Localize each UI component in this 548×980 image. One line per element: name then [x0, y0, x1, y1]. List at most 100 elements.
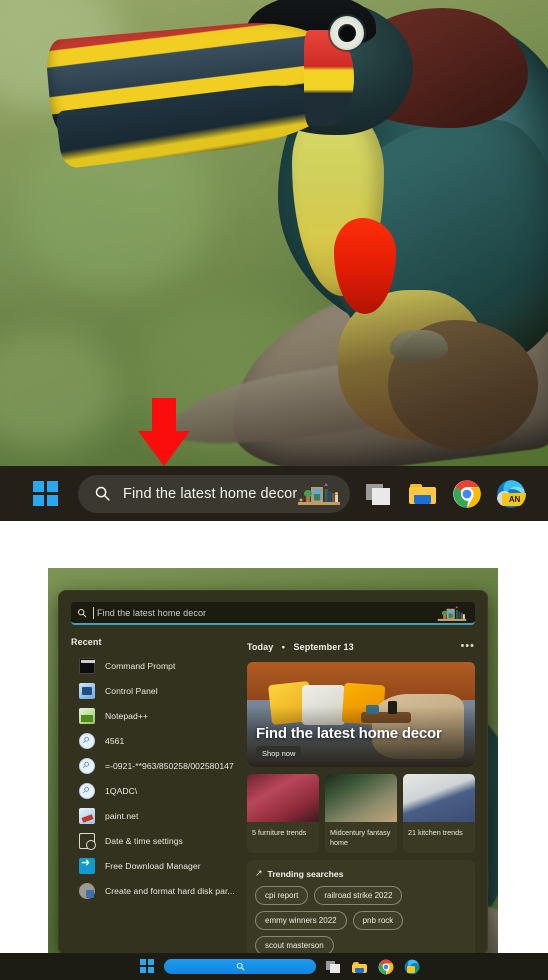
- search-history-icon: [79, 781, 95, 799]
- list-item[interactable]: paint.net: [71, 803, 237, 828]
- search-flyout-screenshot: Find the latest home decor Recent Comman…: [48, 568, 498, 980]
- windows-logo-icon: [32, 481, 58, 506]
- feed-card[interactable]: Midcentury fantasy home: [325, 774, 397, 853]
- list-item[interactable]: Notepad++: [71, 703, 237, 728]
- trending-chip[interactable]: cpi report: [255, 886, 309, 905]
- feed-card[interactable]: 21 kitchen trends: [403, 774, 475, 853]
- feed-card-caption: Midcentury fantasy home: [330, 828, 391, 847]
- taskbar-bottom: [0, 953, 548, 980]
- list-item-label: Date & time settings: [105, 835, 183, 846]
- notepad-plus-plus-icon: [79, 707, 95, 724]
- trending-chip[interactable]: pnb rock: [352, 911, 404, 930]
- start-button[interactable]: [30, 479, 60, 509]
- task-view-front-square: [372, 487, 390, 505]
- list-item-label: Command Prompt: [105, 660, 176, 671]
- feed-more-button[interactable]: •••: [460, 641, 475, 652]
- list-item[interactable]: Free Download Manager: [71, 853, 237, 878]
- google-chrome-icon[interactable]: [378, 959, 394, 975]
- task-view-icon[interactable]: [364, 479, 394, 509]
- list-item[interactable]: Create and format hard disk par...: [71, 878, 237, 903]
- trending-title: Trending searches: [267, 868, 344, 879]
- list-item-label: paint.net: [105, 810, 139, 821]
- list-item[interactable]: =-0921-**963/850258/002580147: [71, 753, 237, 778]
- edge-badge: AN: [502, 492, 526, 506]
- taskbar-search-text: Find the latest home decor: [123, 485, 298, 502]
- desktop-wallpaper: [0, 0, 548, 466]
- feed-date-group: Today • September 13: [247, 637, 354, 655]
- list-item[interactable]: Control Panel: [71, 678, 237, 703]
- annotation-arrow-icon: [138, 398, 190, 466]
- taskbar-search-box[interactable]: Find the latest home decor: [78, 474, 350, 513]
- list-item-label: =-0921-**963/850258/002580147: [105, 760, 234, 771]
- file-explorer-icon[interactable]: [408, 479, 438, 509]
- list-item-label: 1QADC\: [105, 785, 138, 796]
- list-item[interactable]: 1QADC\: [71, 778, 237, 803]
- list-item[interactable]: 4561: [71, 728, 237, 753]
- google-chrome-icon[interactable]: [452, 479, 482, 509]
- search-icon: [95, 486, 110, 501]
- trending-chip[interactable]: emmy winners 2022: [255, 911, 347, 930]
- feed-panel: Today • September 13 ••• Find the latest…: [237, 625, 487, 954]
- list-item-label: Control Panel: [105, 685, 158, 696]
- file-explorer-icon[interactable]: [352, 959, 368, 975]
- task-view-icon[interactable]: [326, 959, 342, 975]
- trending-chip[interactable]: railroad strike 2022: [314, 886, 403, 905]
- flyout-body: Recent Command Prompt Control Panel Note…: [59, 625, 487, 954]
- recent-heading: Recent: [71, 637, 102, 647]
- search-input[interactable]: Find the latest home decor: [71, 602, 475, 625]
- windows-search-flyout: Find the latest home decor Recent Comman…: [58, 590, 488, 955]
- search-history-icon: [79, 756, 95, 774]
- toucan-bird: [44, 0, 548, 450]
- search-icon: [236, 962, 244, 971]
- image-separator: [0, 521, 548, 568]
- desktop-screenshot: Find the latest home decor AN: [0, 0, 548, 521]
- edge-badge: [407, 965, 415, 973]
- date-time-settings-icon: [79, 832, 96, 850]
- list-item-label: Create and format hard disk par...: [105, 885, 235, 896]
- folder-inner: [355, 967, 364, 973]
- bird-eye: [338, 24, 356, 42]
- taskbar: Find the latest home decor AN: [0, 466, 548, 521]
- list-item-label: Notepad++: [105, 710, 148, 721]
- chrome-glyph: [453, 479, 481, 508]
- list-item-label: 4561: [105, 735, 125, 746]
- feed-card-caption: 5 furniture trends: [252, 828, 307, 837]
- list-item[interactable]: Command Prompt: [71, 653, 237, 678]
- search-icon: [77, 608, 87, 617]
- feed-card-caption: 21 kitchen trends: [408, 828, 463, 837]
- search-placeholder: Find the latest home decor: [97, 607, 207, 618]
- hero-card[interactable]: Find the latest home decor Shop now: [247, 662, 475, 767]
- disk-management-icon: [79, 882, 95, 899]
- feed-card-row: 5 furniture trends Midcentury fantasy ho…: [247, 774, 475, 853]
- taskbar-search-button[interactable]: [164, 959, 316, 974]
- shop-now-button[interactable]: Shop now: [256, 746, 302, 761]
- feed-separator: •: [281, 642, 286, 652]
- feed-card-image: [247, 774, 319, 822]
- feed-card[interactable]: 5 furniture trends: [247, 774, 319, 853]
- feed-card-image: [325, 774, 397, 822]
- hero-title: Find the latest home decor: [256, 725, 442, 742]
- paint-net-icon: [79, 807, 95, 824]
- command-prompt-icon: [79, 657, 95, 674]
- screenshot-root: Find the latest home decor AN Find the l…: [0, 0, 548, 980]
- list-item[interactable]: Date & time settings: [71, 828, 237, 853]
- folder-inner: [414, 494, 431, 504]
- list-item-label: Free Download Manager: [105, 860, 201, 871]
- windows-logo-icon: [140, 958, 156, 973]
- feed-header: Today • September 13 •••: [247, 637, 475, 655]
- home-decor-thumbnail-icon[interactable]: [296, 480, 342, 508]
- trending-chip-list: cpi report railroad strike 2022 emmy win…: [255, 886, 467, 954]
- microsoft-edge-icon[interactable]: AN: [496, 479, 526, 509]
- free-download-manager-icon: [79, 856, 95, 874]
- control-panel-icon: [79, 682, 95, 699]
- bokeh-blob: [0, 330, 120, 450]
- home-decor-thumbnail-icon[interactable]: [433, 604, 471, 623]
- task-view-front-square: [330, 963, 340, 973]
- chrome-glyph: [378, 959, 394, 974]
- search-history-icon: [79, 731, 95, 749]
- microsoft-edge-icon[interactable]: [404, 959, 420, 975]
- start-button[interactable]: [140, 958, 156, 975]
- trending-up-icon: ↗: [255, 868, 263, 878]
- recent-panel: Recent Command Prompt Control Panel Note…: [59, 625, 237, 954]
- arrow-head: [138, 431, 190, 466]
